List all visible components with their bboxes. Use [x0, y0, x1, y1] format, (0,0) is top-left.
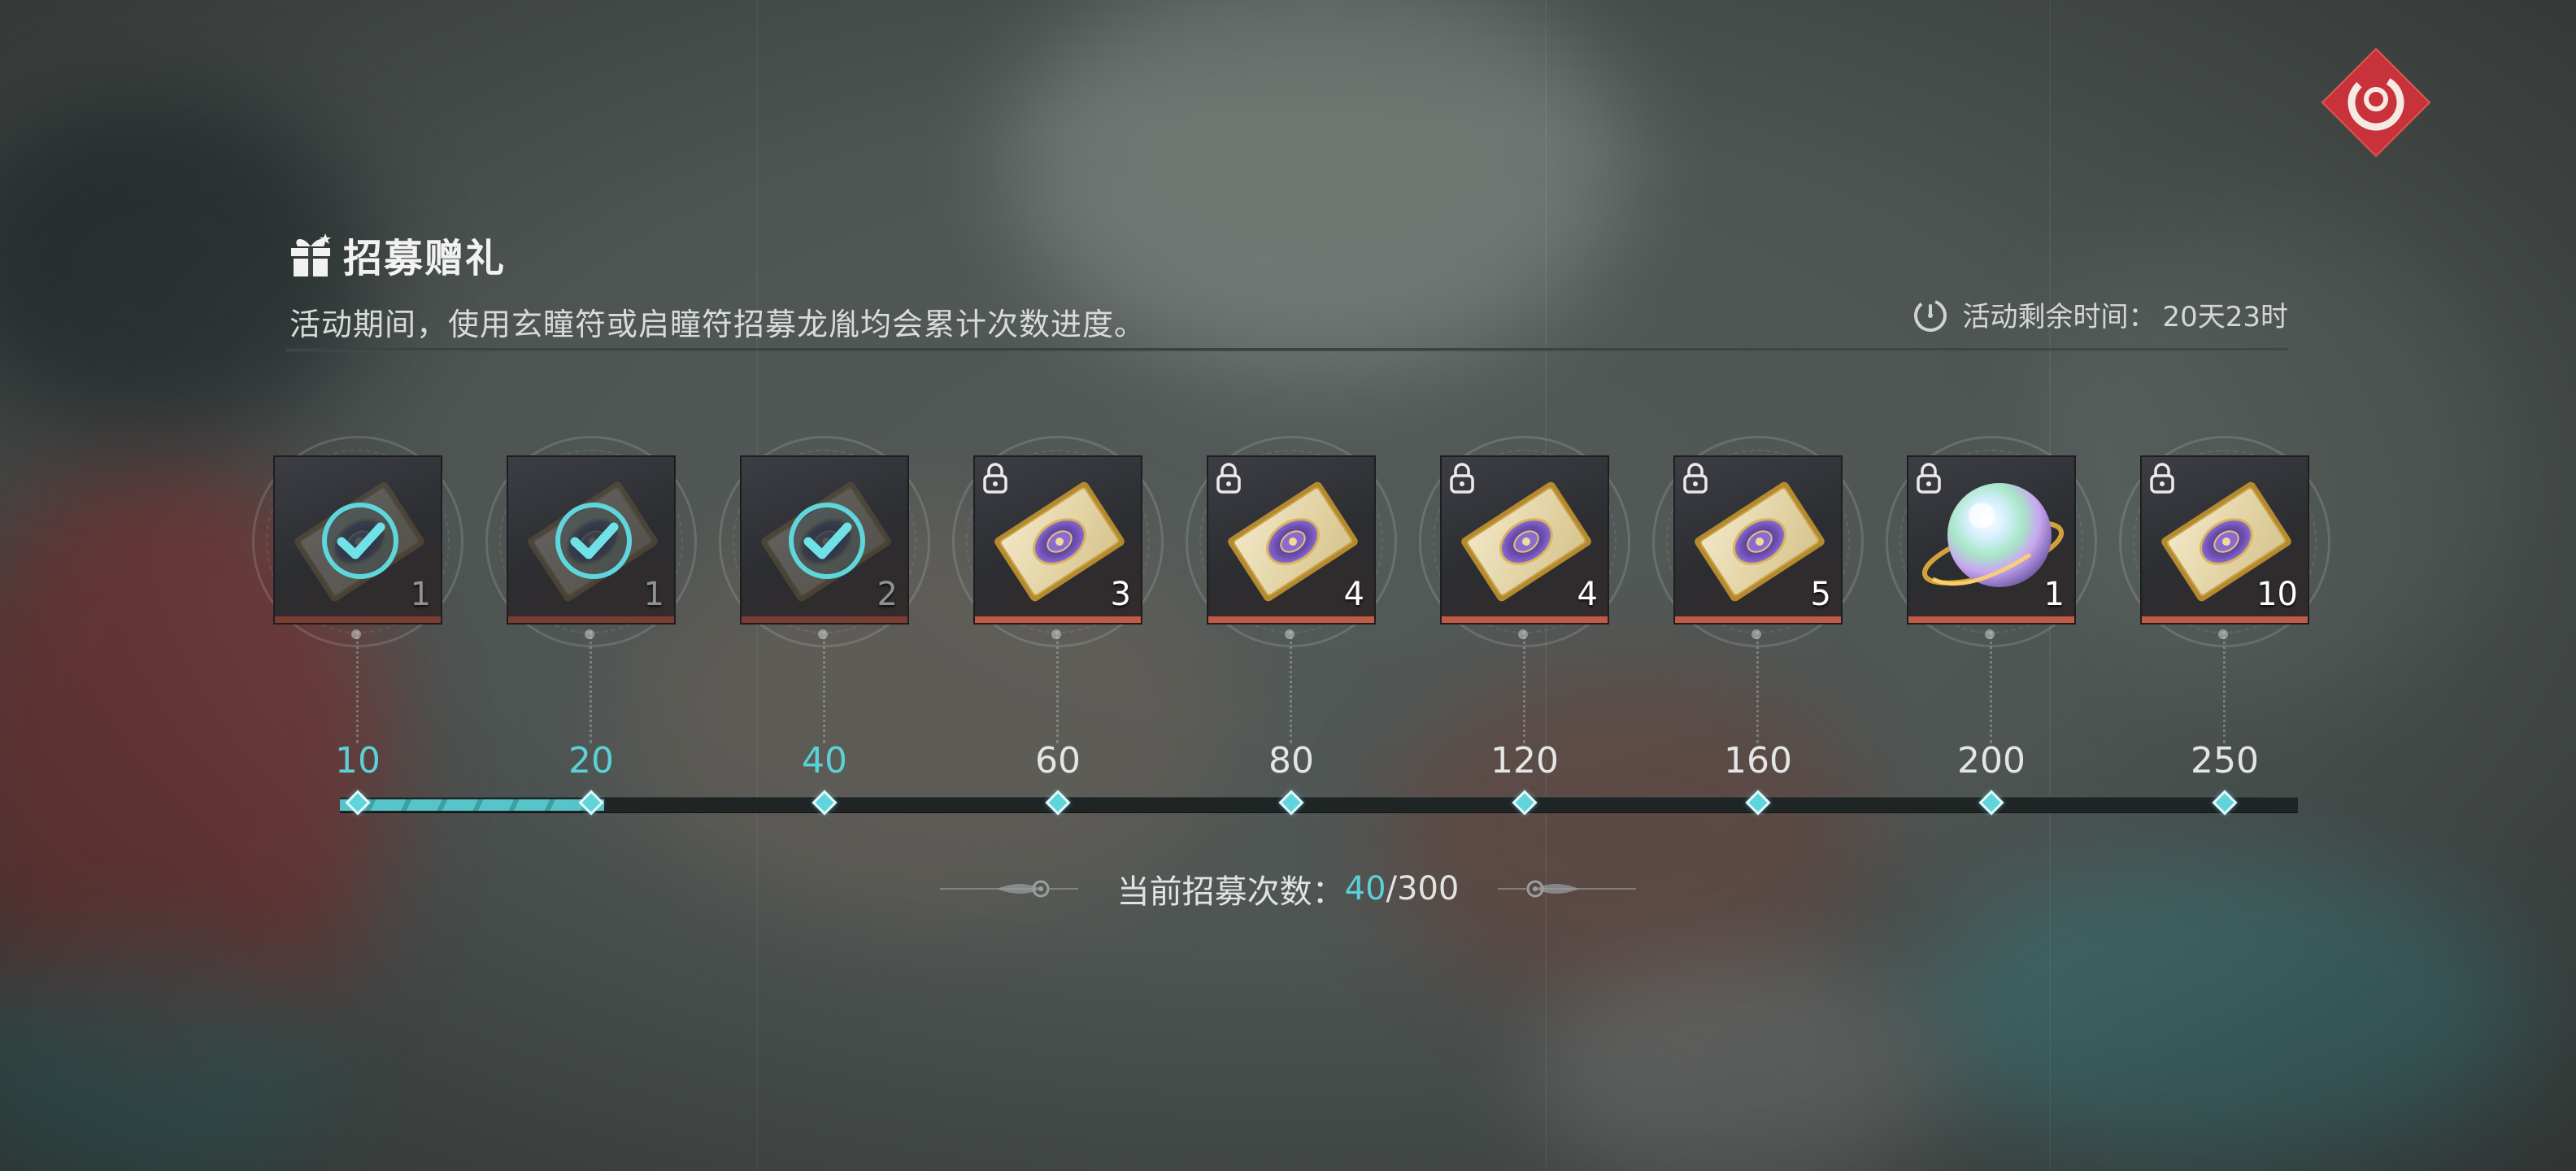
- reward-card[interactable]: 5: [1673, 455, 1843, 625]
- reward-card[interactable]: 1: [273, 455, 442, 625]
- reward-connector: [2223, 631, 2226, 743]
- title-text: 招募赠礼: [343, 236, 507, 281]
- progress-track: [340, 797, 2298, 813]
- reward-connector-dot: [2218, 629, 2228, 639]
- check-icon: [322, 503, 398, 579]
- ornament-left-icon: [939, 880, 1078, 898]
- reward-connector-dot: [1985, 629, 1995, 639]
- reward-connector-dot: [818, 629, 828, 639]
- reward-connector: [1056, 631, 1059, 743]
- reward-slot: 3: [952, 423, 1164, 764]
- reward-card[interactable]: 4: [1440, 455, 1609, 625]
- milestone-label: 80: [1268, 740, 1314, 781]
- reward-card-rarity-bar: [1442, 616, 1608, 623]
- reward-quantity: 10: [2256, 576, 2298, 613]
- reward-connector: [590, 631, 592, 743]
- reward-connector: [1290, 631, 1292, 743]
- ornament-right-icon: [1498, 880, 1637, 898]
- reward-slot: 1: [1886, 423, 2097, 764]
- reward-card-rarity-bar: [275, 616, 441, 623]
- lock-icon: [1683, 463, 1708, 494]
- reward-card-rarity-bar: [1908, 616, 2074, 623]
- panel-title: 招募赠礼: [286, 226, 506, 283]
- reward-card[interactable]: 10: [2140, 455, 2309, 625]
- recruit-count-label: 当前招募次数：: [1116, 873, 1345, 911]
- reward-card[interactable]: 1: [507, 455, 676, 625]
- reward-card-rarity-bar: [508, 616, 674, 623]
- reward-card-rarity-bar: [2142, 616, 2308, 623]
- reward-quantity: 1: [410, 576, 431, 613]
- milestone-label: 20: [568, 740, 614, 781]
- reward-connector-dot: [351, 629, 361, 639]
- reward-slot: 10: [2119, 423, 2330, 764]
- event-description: 活动期间，使用玄瞳符或启瞳符招募龙胤均会累计次数进度。: [289, 307, 1147, 342]
- reward-card-rarity-bar: [975, 616, 1141, 623]
- lock-icon: [1216, 463, 1241, 494]
- reward-card[interactable]: 3: [973, 455, 1142, 625]
- reward-slot: 4: [1419, 423, 1630, 764]
- reward-slot: 1: [252, 423, 463, 764]
- milestone-label: 200: [1957, 740, 2026, 781]
- recruit-count-total: 300: [1397, 870, 1460, 908]
- reward-card[interactable]: 4: [1207, 455, 1376, 625]
- reward-connector: [1756, 631, 1759, 743]
- reward-quantity: 1: [643, 576, 664, 613]
- reward-slot: 2: [719, 423, 930, 764]
- reward-card-rarity-bar: [1675, 616, 1841, 623]
- reward-connector-dot: [1285, 629, 1295, 639]
- reward-card-rarity-bar: [742, 616, 907, 623]
- gift-icon: [291, 233, 331, 276]
- close-icon[interactable]: [2321, 47, 2431, 158]
- reward-card[interactable]: 2: [740, 455, 909, 625]
- lock-icon: [1450, 463, 1474, 494]
- recruit-count: 当前招募次数： 40 / 300: [0, 865, 2576, 912]
- reward-connector: [356, 631, 359, 743]
- check-icon: [789, 503, 865, 579]
- timer-icon: [1914, 298, 1947, 332]
- reward-connector-dot: [1518, 629, 1528, 639]
- reward-card-rarity-bar: [1208, 616, 1374, 623]
- reward-connector-dot: [1051, 629, 1061, 639]
- reward-quantity: 3: [1110, 576, 1131, 613]
- lock-icon: [2150, 463, 2174, 494]
- recruit-gift-screen: 招募赠礼 活动期间，使用玄瞳符或启瞳符招募龙胤均会累计次数进度。 活动剩余时间：…: [0, 0, 2576, 1171]
- reward-slot: 1: [485, 423, 697, 764]
- recruit-count-current: 40: [1344, 870, 1386, 908]
- milestone-label: 10: [335, 740, 381, 781]
- timer-value: 20天23时: [2162, 301, 2288, 333]
- reward-connector: [1990, 631, 1992, 743]
- milestone-label: 160: [1724, 740, 1792, 781]
- recruit-count-separator: /: [1386, 870, 1398, 908]
- reward-quantity: 4: [1343, 576, 1364, 613]
- timer-label: 活动剩余时间：: [1962, 301, 2156, 333]
- reward-slot: 5: [1652, 423, 1864, 764]
- check-icon: [555, 503, 632, 579]
- milestone-label: 60: [1035, 740, 1081, 781]
- reward-quantity: 2: [877, 576, 898, 613]
- reward-quantity: 5: [1810, 576, 1831, 613]
- reward-slot: 4: [1186, 423, 1397, 764]
- event-timer: 活动剩余时间： 20天23时: [1912, 294, 2288, 334]
- reward-connector-dot: [1751, 629, 1761, 639]
- lock-icon: [1917, 463, 1941, 494]
- reward-quantity: 1: [2043, 576, 2065, 613]
- reward-connector-dot: [585, 629, 594, 639]
- reward-card[interactable]: 1: [1907, 455, 2076, 625]
- progress-track-fill: [340, 799, 605, 811]
- milestone-label: 250: [2191, 740, 2259, 781]
- header-divider: [286, 348, 2288, 351]
- milestone-label: 120: [1490, 740, 1559, 781]
- reward-quantity: 4: [1577, 576, 1598, 613]
- reward-connector: [823, 631, 825, 743]
- milestone-label: 40: [802, 740, 847, 781]
- reward-connector: [1523, 631, 1525, 743]
- lock-icon: [983, 463, 1007, 494]
